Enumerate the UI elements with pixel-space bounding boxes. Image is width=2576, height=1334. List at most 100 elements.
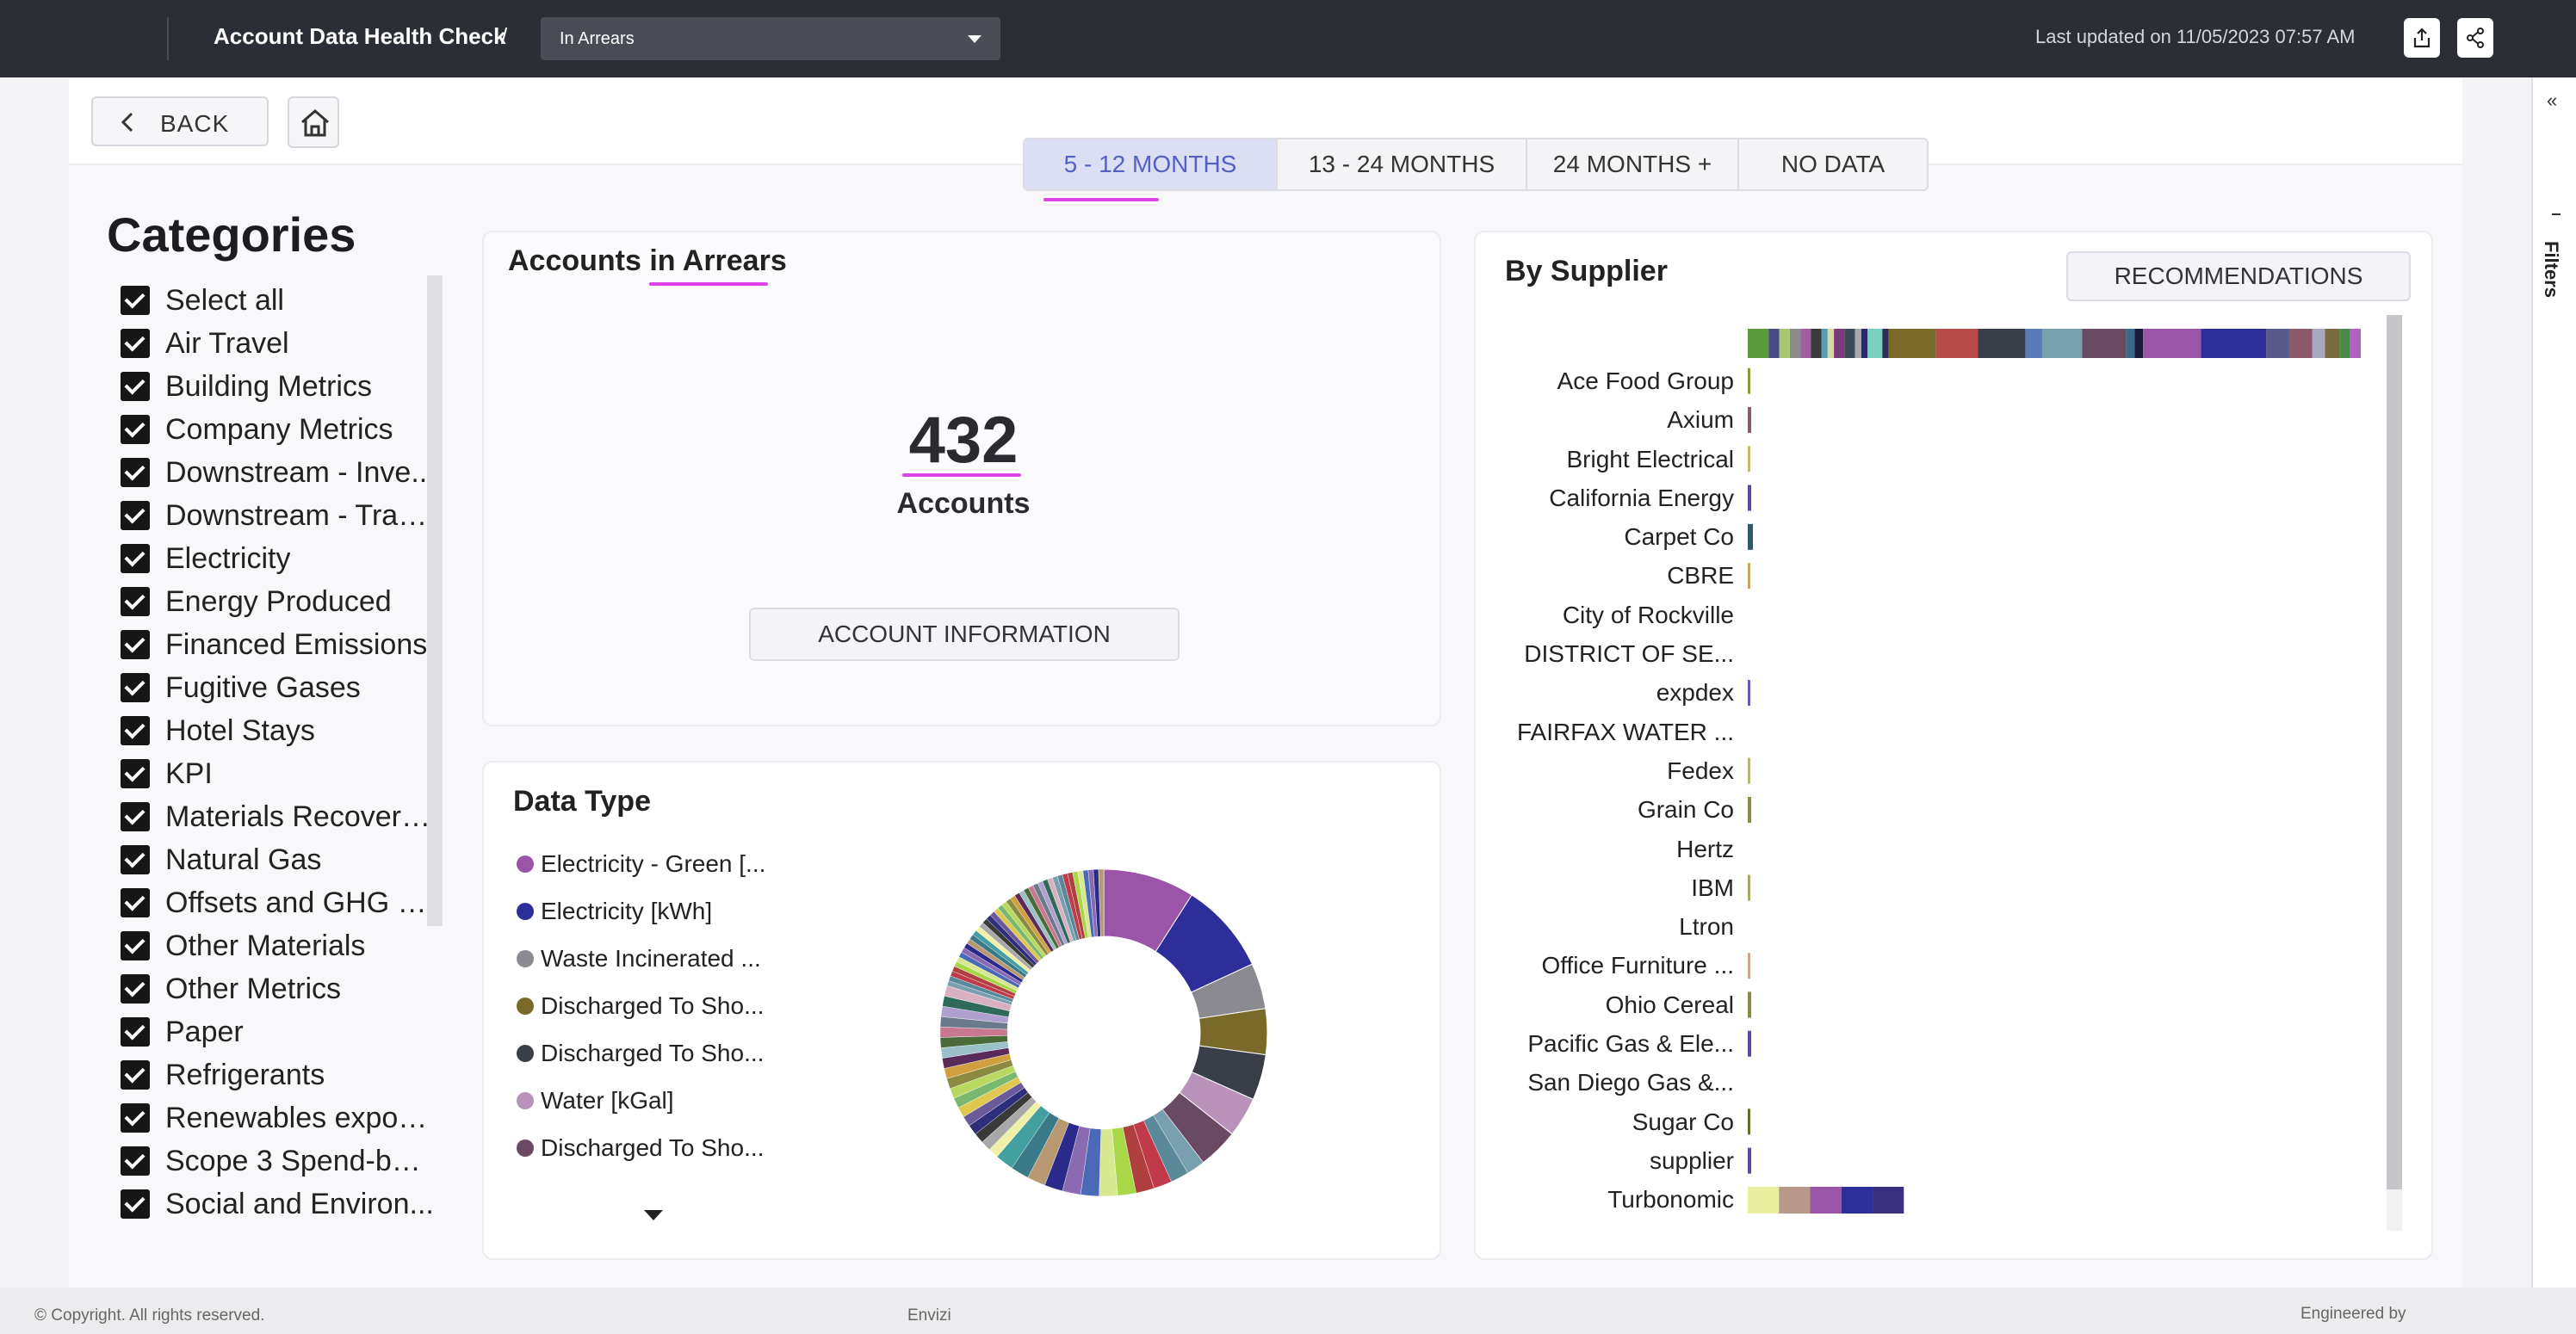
supplier-total-bar-segment[interactable] [1821,329,1828,358]
legend-item[interactable]: Electricity [kWh] [517,887,765,935]
category-item[interactable]: Building Metrics [121,365,448,408]
export-button[interactable] [2404,18,2440,58]
legend-item[interactable]: Waste Incinerated ... [517,935,765,982]
category-item[interactable]: Financed Emissions [121,623,448,666]
supplier-bar[interactable] [1748,953,1750,979]
supplier-total-bar-segment[interactable] [1935,329,1978,358]
category-checkbox[interactable] [121,888,150,917]
back-button[interactable]: BACK [91,96,269,146]
category-checkbox[interactable] [121,1189,150,1219]
category-item[interactable]: Refrigerants [121,1053,448,1096]
category-checkbox[interactable] [121,544,150,573]
category-item[interactable]: Downstream - Inve... [121,451,448,494]
supplier-bar-segment[interactable] [1841,1186,1873,1214]
supplier-total-bar-segment[interactable] [1867,329,1883,358]
category-item[interactable]: Offsets and GHG R... [121,881,448,924]
supplier-total-bar-segment[interactable] [2325,329,2340,358]
supplier-bar[interactable] [1748,367,1750,394]
category-item[interactable]: Natural Gas [121,838,448,881]
supplier-bar[interactable] [1748,874,1750,901]
supplier-bar-segment[interactable] [1779,1186,1811,1214]
category-checkbox[interactable] [121,1060,150,1090]
supplier-total-bar-segment[interactable] [1855,329,1861,358]
category-checkbox[interactable] [121,1146,150,1176]
supplier-bar-segment[interactable] [1873,1186,1904,1214]
category-checkbox[interactable] [121,501,150,530]
supplier-total-bar-segment[interactable] [1827,329,1835,358]
supplier-bar[interactable] [1748,796,1751,823]
legend-scroll-down-icon[interactable] [644,1210,663,1220]
legend-item[interactable]: Discharged To Sho... [517,982,765,1029]
supplier-bar[interactable] [1748,757,1750,784]
supplier-bar[interactable] [1748,485,1751,511]
supplier-total-bar-segment[interactable] [2126,329,2135,358]
supplier-bar-segment[interactable] [1748,1186,1780,1214]
category-checkbox[interactable] [121,1103,150,1133]
share-button[interactable] [2457,18,2493,58]
supplier-total-bar-segment[interactable] [1811,329,1822,358]
supplier-bar[interactable] [1748,1109,1750,1135]
category-checkbox[interactable] [121,845,150,874]
supplier-total-bar-segment[interactable] [2266,329,2289,358]
supplier-total-bar-segment[interactable] [2134,329,2144,358]
supplier-bar[interactable] [1748,1147,1751,1174]
category-item[interactable]: Social and Environ... [121,1183,448,1226]
category-item[interactable]: Hotel Stays [121,709,448,752]
supplier-bar[interactable] [1748,563,1750,590]
categories-scrollbar[interactable] [427,275,443,926]
category-item[interactable]: Materials Recovery... [121,795,448,838]
category-item[interactable]: Paper [121,1010,448,1053]
supplier-total-bar-segment[interactable] [1882,329,1889,358]
recommendations-button[interactable]: RECOMMENDATIONS [2066,251,2411,301]
supplier-total-bar-segment[interactable] [1861,329,1868,358]
category-checkbox[interactable] [121,759,150,788]
category-item[interactable]: Downstream - Tran... [121,494,448,537]
supplier-scrollbar[interactable] [2387,315,2402,1231]
view-select-dropdown[interactable]: In Arrears [541,17,1000,60]
supplier-total-bar-segment[interactable] [1834,329,1845,358]
supplier-total-bar-segment[interactable] [2312,329,2325,358]
category-checkbox[interactable] [121,630,150,659]
supplier-total-bar-segment[interactable] [1789,329,1801,358]
tab-24-months-plus[interactable]: 24 MONTHS + [1527,139,1739,189]
supplier-total-bar-segment[interactable] [1844,329,1855,358]
category-checkbox[interactable] [121,716,150,745]
category-item[interactable]: Air Travel [121,322,448,365]
category-item[interactable]: Select all [121,279,448,322]
category-item[interactable]: Other Metrics [121,967,448,1010]
filters-side-panel[interactable]: « Filters [2531,77,2576,1288]
legend-item[interactable]: Electricity - Green [... [517,840,765,887]
supplier-total-bar-segment[interactable] [1978,329,2026,358]
legend-item[interactable]: Discharged To Sho... [517,1029,765,1077]
legend-item[interactable]: Water [kGal] [517,1077,765,1124]
category-item[interactable]: Scope 3 Spend-bas... [121,1139,448,1183]
supplier-total-bar-segment[interactable] [2288,329,2313,358]
supplier-total-bar-segment[interactable] [1768,329,1780,358]
tab-13-24-months[interactable]: 13 - 24 MONTHS [1278,139,1527,189]
supplier-total-bar-segment[interactable] [1779,329,1790,358]
account-information-button[interactable]: ACCOUNT INFORMATION [749,608,1180,661]
category-checkbox[interactable] [121,974,150,1004]
supplier-bar[interactable] [1748,446,1750,472]
category-checkbox[interactable] [121,458,150,487]
supplier-bar[interactable] [1748,523,1753,550]
supplier-total-bar-segment[interactable] [2201,329,2267,358]
supplier-bar-segment[interactable] [1810,1186,1842,1214]
category-checkbox[interactable] [121,1017,150,1047]
tab-no-data[interactable]: NO DATA [1739,139,1927,189]
category-checkbox[interactable] [121,673,150,702]
category-item[interactable]: Other Materials [121,924,448,967]
category-item[interactable]: Electricity [121,537,448,580]
supplier-total-bar-segment[interactable] [2041,329,2083,358]
category-checkbox[interactable] [121,802,150,831]
supplier-total-bar-segment[interactable] [1800,329,1811,358]
category-item[interactable]: Renewables export... [121,1096,448,1139]
supplier-total-bar-segment[interactable] [2339,329,2350,358]
supplier-total-bar-segment[interactable] [1748,329,1769,358]
category-checkbox[interactable] [121,329,150,358]
supplier-bar[interactable] [1748,406,1751,433]
legend-item[interactable]: Discharged To Sho... [517,1124,765,1171]
category-checkbox[interactable] [121,372,150,401]
category-item[interactable]: Fugitive Gases [121,666,448,709]
supplier-total-bar-segment[interactable] [1888,329,1936,358]
